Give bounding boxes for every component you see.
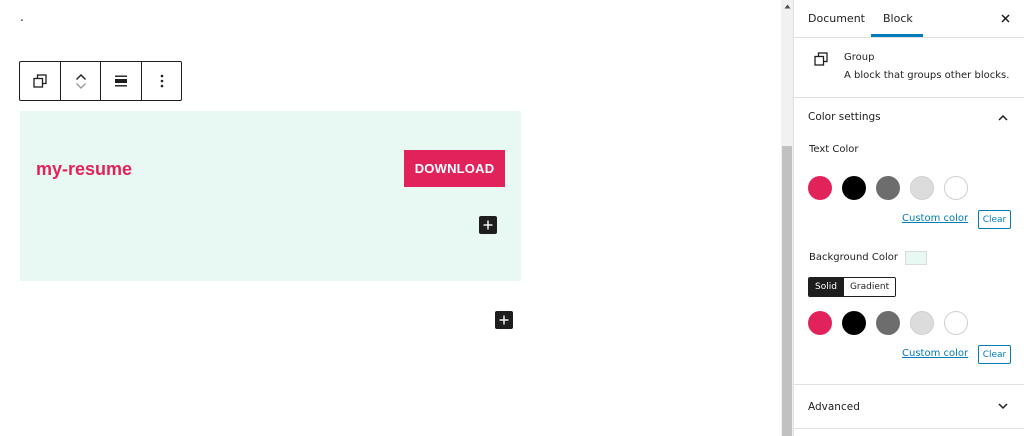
chevron-down-icon[interactable] [996,399,1010,413]
text-color-clear-button[interactable]: Clear [978,210,1011,229]
color-swatch-white[interactable] [944,311,968,335]
tab-block[interactable]: Block [883,0,913,38]
editor-scrollbar[interactable] [781,0,793,436]
color-swatch-pink[interactable] [808,311,832,335]
caret-up-icon [784,4,790,8]
settings-sidebar: Document Block Group A block that groups… [793,0,1024,436]
block-type-button[interactable] [20,62,61,100]
close-sidebar-button[interactable] [997,10,1013,26]
color-swatch-gray[interactable] [876,176,900,200]
plus-icon [499,315,509,325]
color-swatch-black[interactable] [842,311,866,335]
more-options-button[interactable] [142,62,181,100]
background-color-clear-button[interactable]: Clear [978,345,1011,364]
editor-canvas: . my-resume DOWNLOAD [0,0,781,436]
group-block-inserter-button[interactable] [479,216,497,234]
group-icon [814,52,828,66]
align-button[interactable] [101,62,142,100]
block-inserter-button[interactable] [495,311,513,329]
block-toolbar [19,61,182,101]
group-icon [33,74,47,88]
color-type-toggle: Solid Gradient [808,277,897,297]
tab-document[interactable]: Document [808,0,865,38]
color-settings-title: Color settings [808,111,881,123]
block-card: Group A block that groups other blocks. [794,38,1024,98]
active-tab-indicator [871,34,923,37]
gradient-tab[interactable]: Gradient [842,278,896,296]
color-swatch-white[interactable] [944,176,968,200]
chevron-up-icon [998,114,1008,121]
color-swatch-black[interactable] [842,176,866,200]
panel-divider [794,384,1024,385]
text-color-label: Text Color [809,144,859,155]
close-icon [1000,13,1010,23]
more-options-icon [160,74,163,88]
color-swatch-light-gray[interactable] [910,311,934,335]
move-up-icon[interactable] [75,73,87,81]
site-title[interactable]: my-resume [36,158,132,180]
color-swatch-gray[interactable] [876,311,900,335]
block-card-title: Group [844,52,875,63]
solid-tab[interactable]: Solid [809,278,843,296]
group-block[interactable]: my-resume DOWNLOAD [20,111,521,281]
block-card-description: A block that groups other blocks. [844,70,1010,81]
text-color-palette [808,176,968,200]
align-icon [115,75,127,87]
color-swatch-pink[interactable] [808,176,832,200]
paragraph-block[interactable]: . [20,10,24,24]
download-button[interactable]: DOWNLOAD [404,150,505,187]
background-color-label: Background Color [809,252,898,263]
scroll-up-button[interactable] [781,0,793,12]
background-color-palette [808,311,968,335]
background-color-indicator [905,251,927,265]
advanced-panel-title[interactable]: Advanced [808,400,860,414]
color-settings-panel-toggle[interactable]: Color settings [794,98,1024,138]
sidebar-tabs: Document Block [794,0,1024,38]
block-movers [61,62,101,100]
color-swatch-light-gray[interactable] [910,176,934,200]
move-down-icon[interactable] [75,82,87,90]
scroll-thumb[interactable] [782,146,792,436]
panel-divider [794,428,1024,429]
plus-icon [483,220,493,230]
text-custom-color-link[interactable]: Custom color [902,213,968,224]
background-custom-color-link[interactable]: Custom color [902,348,968,359]
